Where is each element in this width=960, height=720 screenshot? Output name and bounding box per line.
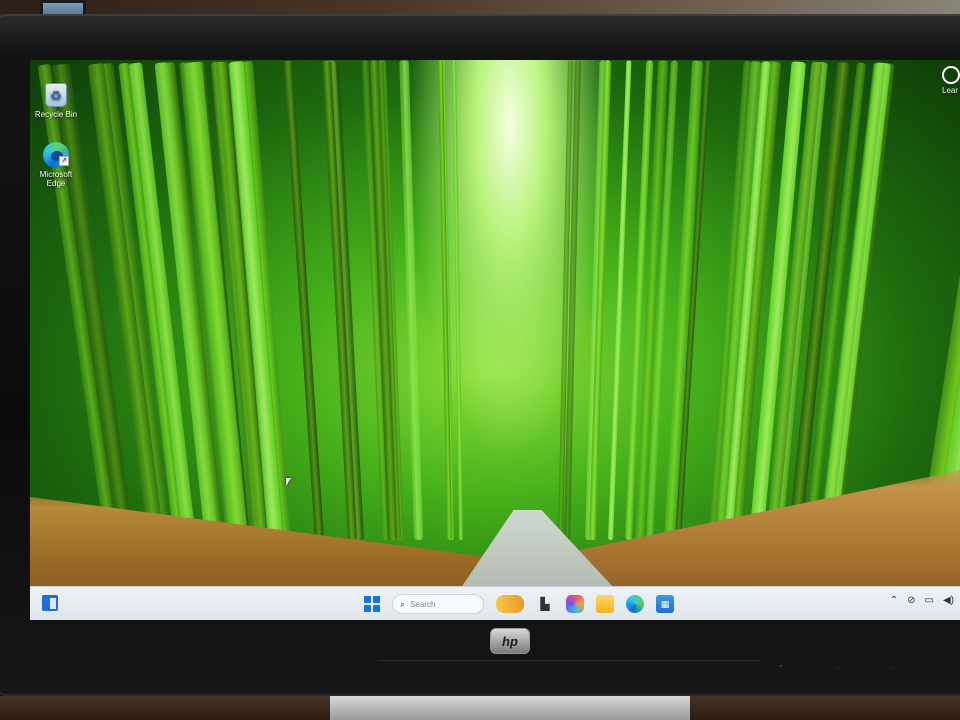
hp-logo: hp bbox=[490, 628, 530, 654]
desktop-icon-label: Microsoft Edge bbox=[39, 170, 73, 188]
desktop-icon-microsoft-edge[interactable]: ↗ Microsoft Edge bbox=[32, 142, 80, 188]
desktop-screen: ♻ Recycle Bin ↗ Microsoft Edge Lear ⌕ Se… bbox=[30, 60, 960, 620]
monitor-stand bbox=[330, 696, 690, 720]
microsoft-store-icon[interactable]: ▦ bbox=[656, 595, 674, 613]
display-icon[interactable]: ▭ bbox=[925, 595, 934, 606]
task-view-icon[interactable]: ▙ bbox=[536, 595, 554, 613]
file-explorer-icon[interactable] bbox=[596, 595, 614, 613]
start-button[interactable] bbox=[364, 596, 380, 612]
bezel-divider bbox=[380, 660, 760, 661]
network-icon[interactable]: ⊘ bbox=[907, 595, 915, 606]
widgets-icon bbox=[49, 597, 56, 609]
desktop-icon-label: Recycle Bin bbox=[34, 110, 78, 119]
volume-icon[interactable]: ◀) bbox=[943, 595, 954, 606]
search-icon: ⌕ bbox=[400, 598, 406, 609]
edge-icon[interactable] bbox=[626, 595, 644, 613]
system-tray: ⌃ ⊘ ▭ ◀) bbox=[890, 595, 954, 606]
wallpaper bbox=[30, 60, 960, 620]
monitor-button[interactable]: ⏷ bbox=[770, 664, 792, 671]
monitor-button[interactable]: ◁ bbox=[826, 664, 848, 671]
copilot-icon[interactable] bbox=[566, 595, 584, 613]
taskbar: ⌕ Search ▙ ▦ ⌃ ⊘ ▭ ◀) bbox=[30, 586, 960, 620]
mouse-cursor-icon bbox=[286, 478, 291, 486]
desktop-icon-recycle-bin[interactable]: ♻ Recycle Bin bbox=[32, 82, 80, 119]
monitor-button[interactable]: ▷ bbox=[882, 664, 904, 671]
chevron-up-icon[interactable]: ⌃ bbox=[890, 595, 898, 606]
weather-widget-icon[interactable] bbox=[496, 595, 524, 613]
learn-about-picture-widget[interactable]: Lear bbox=[942, 66, 960, 95]
taskbar-search[interactable]: ⌕ Search bbox=[392, 594, 484, 614]
learn-about-picture-icon bbox=[942, 66, 960, 84]
monitor-buttons: ⏷ ◁ ▷ bbox=[770, 664, 904, 671]
taskbar-center: ⌕ Search ▙ ▦ bbox=[364, 593, 674, 615]
search-placeholder: Search bbox=[410, 599, 436, 609]
windows-logo-icon bbox=[364, 596, 371, 603]
shortcut-arrow-icon: ↗ bbox=[59, 156, 69, 166]
widgets-button[interactable] bbox=[42, 595, 58, 611]
recycle-bin-icon: ♻ bbox=[45, 83, 67, 107]
monitor-gloss bbox=[0, 14, 960, 54]
learn-widget-label: Lear bbox=[942, 86, 959, 95]
